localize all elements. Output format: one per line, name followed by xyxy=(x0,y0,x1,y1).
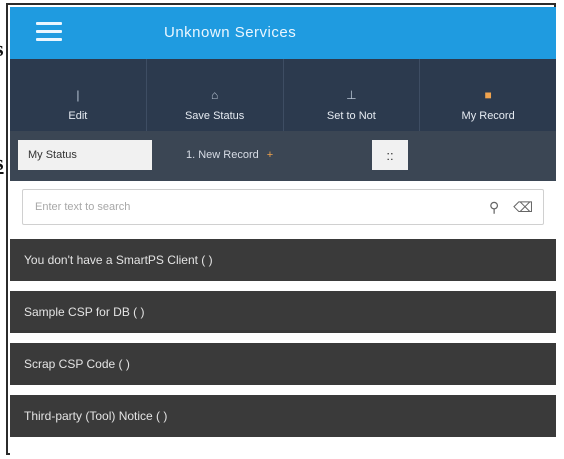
list-item[interactable]: Scrap CSP Code ( ) xyxy=(10,343,556,385)
list-item-label: You don't have a SmartPS Client ( ) xyxy=(24,253,213,267)
list-item-label: Scrap CSP Code ( ) xyxy=(24,357,130,371)
tab-overflow-button[interactable]: :: xyxy=(372,140,408,170)
my-record-button[interactable]: ■ My Record xyxy=(419,59,556,131)
grid-icon: :: xyxy=(386,147,394,163)
search-input[interactable] xyxy=(33,200,475,214)
save-icon: ⌂ xyxy=(211,88,219,102)
record-icon: ■ xyxy=(484,88,492,102)
edit-button[interactable]: | Edit xyxy=(10,59,146,131)
edit-icon: | xyxy=(76,88,80,102)
list-item[interactable]: Third-party (Tool) Notice ( ) xyxy=(10,395,556,437)
list-item-label: Third-party (Tool) Notice ( ) xyxy=(24,409,168,423)
tab-new-record[interactable]: 1. New Record + xyxy=(176,140,356,170)
my-record-label: My Record xyxy=(461,110,515,122)
set-to-not-button[interactable]: ⊥ Set to Not xyxy=(282,59,420,131)
list-item[interactable]: Sample CSP for DB ( ) xyxy=(10,291,556,333)
clear-icon[interactable]: ⌫ xyxy=(513,199,533,216)
results-list: You don't have a SmartPS Client ( ) Samp… xyxy=(10,239,556,447)
margin-letter-underlined: s xyxy=(0,152,4,174)
search-bar: ⚲ ⌫ xyxy=(22,189,544,225)
margin-letter: s xyxy=(0,38,4,60)
tab-my-status[interactable]: My Status xyxy=(18,140,152,170)
tab-new-record-label: 1. New Record xyxy=(186,149,259,161)
tab-new-record-badge: + xyxy=(266,149,274,161)
edit-label: Edit xyxy=(68,110,88,122)
search-icon[interactable]: ⚲ xyxy=(489,199,499,216)
menu-icon[interactable] xyxy=(36,22,62,42)
list-item-label: Sample CSP for DB ( ) xyxy=(24,305,145,319)
save-status-button[interactable]: ⌂ Save Status xyxy=(145,59,283,131)
app-window: Unknown Services | Edit ⌂ Save Status ⊥ … xyxy=(10,7,556,455)
tab-strip: My Status 1. New Record + :: xyxy=(10,131,556,181)
app-title: Unknown Services xyxy=(164,24,297,41)
set-to-not-label: Set to Not xyxy=(326,110,376,122)
tab-my-status-label: My Status xyxy=(28,149,77,161)
title-bar: Unknown Services xyxy=(10,7,556,59)
save-status-label: Save Status xyxy=(184,110,245,122)
list-item[interactable]: You don't have a SmartPS Client ( ) xyxy=(10,239,556,281)
flag-icon: ⊥ xyxy=(346,88,357,102)
toolbar: | Edit ⌂ Save Status ⊥ Set to Not ■ My R… xyxy=(10,59,556,131)
